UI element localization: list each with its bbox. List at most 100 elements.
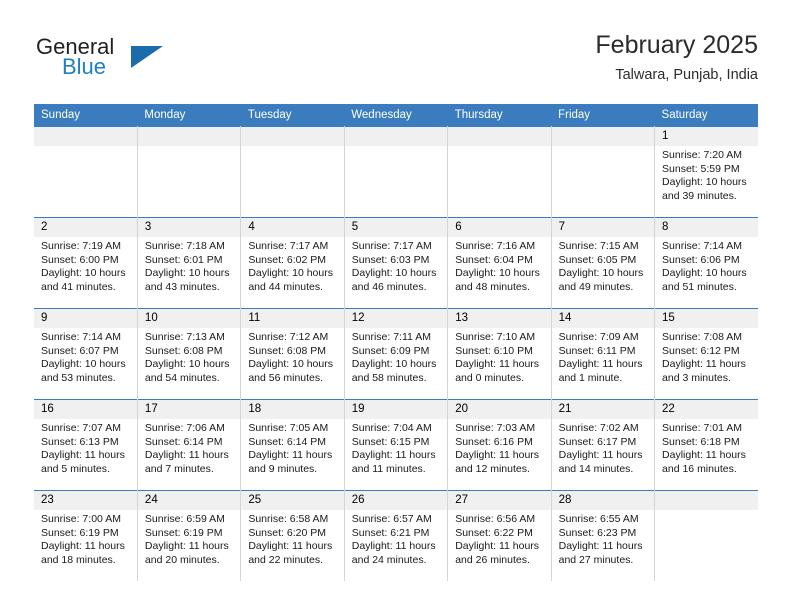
daylight-text-line1: Daylight: 11 hours [351, 449, 436, 462]
daylight-text-line2: and 18 minutes. [41, 553, 116, 566]
daylight-text-line2: and 49 minutes. [558, 280, 634, 293]
sunset-text: Sunset: 6:01 PM [144, 253, 223, 266]
daylight-text-line1: Daylight: 10 hours [41, 358, 126, 371]
day-number [551, 127, 655, 146]
calendar-day-cell[interactable]: 16 Sunrise: 7:07 AM Sunset: 6:13 PM Dayligh… [34, 399, 138, 491]
sunrise-text: Sunrise: 7:09 AM [558, 331, 639, 343]
blue-triangle-icon [131, 46, 163, 68]
calendar-day-cell[interactable]: 10 Sunrise: 7:13 AM Sunset: 6:08 PM Dayligh… [137, 308, 242, 400]
calendar-day-cell-empty [137, 126, 242, 218]
calendar-week-row: 23 Sunrise: 7:00 AM Sunset: 6:19 PM Dayligh… [34, 490, 758, 581]
calendar-day-cell[interactable]: 7 Sunrise: 7:15 AM Sunset: 6:05 PM Daylight… [551, 217, 656, 309]
daylight-text-line1: Daylight: 10 hours [351, 358, 437, 371]
calendar-day-cell[interactable]: 18 Sunrise: 7:05 AM Sunset: 6:14 PM Dayligh… [240, 399, 345, 491]
calendar-day-cell[interactable]: 15 Sunrise: 7:08 AM Sunset: 6:12 PM Dayligh… [654, 308, 758, 400]
calendar-day-cell[interactable]: 25 Sunrise: 6:58 AM Sunset: 6:20 PM Dayligh… [240, 490, 345, 581]
day-number: 22 [655, 400, 758, 419]
daylight-text-line1: Daylight: 11 hours [41, 540, 125, 553]
weekday-header-thursday: Thursday [447, 104, 552, 127]
daylight-text-line2: and 53 minutes. [41, 371, 116, 384]
calendar-week-row: 16 Sunrise: 7:07 AM Sunset: 6:13 PM Dayligh… [34, 399, 758, 491]
daylight-text-line2: and 3 minutes. [662, 371, 731, 384]
sunset-text: Sunset: 6:10 PM [455, 344, 533, 357]
day-sun-info: Sunrise: 7:14 AM Sunset: 6:07 PM Daylight:… [34, 328, 137, 385]
calendar-day-cell-empty [344, 126, 449, 218]
calendar-day-cell[interactable]: 27 Sunrise: 6:56 AM Sunset: 6:22 PM Dayligh… [447, 490, 552, 581]
calendar-day-cell[interactable]: 12 Sunrise: 7:11 AM Sunset: 6:09 PM Dayligh… [344, 308, 449, 400]
calendar-day-cell[interactable]: 19 Sunrise: 7:04 AM Sunset: 6:15 PM Dayligh… [344, 399, 449, 491]
day-number: 23 [34, 491, 137, 510]
weekday-header-sunday: Sunday [34, 104, 138, 127]
sunset-text: Sunset: 6:19 PM [144, 526, 223, 539]
day-sun-info: Sunrise: 7:01 AM Sunset: 6:18 PM Daylight:… [655, 419, 758, 476]
title-block: February 2025 Talwara, Punjab, India [595, 30, 758, 85]
calendar-day-cell[interactable]: 14 Sunrise: 7:09 AM Sunset: 6:11 PM Dayligh… [551, 308, 656, 400]
daylight-text-line2: and 7 minutes. [144, 462, 214, 475]
calendar-day-cell[interactable]: 23 Sunrise: 7:00 AM Sunset: 6:19 PM Dayligh… [34, 490, 138, 581]
daylight-text-line1: Daylight: 11 hours [351, 540, 436, 553]
calendar-day-cell[interactable]: 21 Sunrise: 7:02 AM Sunset: 6:17 PM Dayligh… [551, 399, 656, 491]
calendar-day-cell[interactable]: 11 Sunrise: 7:12 AM Sunset: 6:08 PM Dayligh… [240, 308, 345, 400]
sunrise-text: Sunrise: 6:55 AM [558, 513, 639, 525]
sunrise-text: Sunrise: 7:02 AM [558, 422, 639, 434]
day-number: 28 [551, 491, 655, 510]
calendar-day-cell[interactable]: 2 Sunrise: 7:19 AM Sunset: 6:00 PM Daylight… [34, 217, 138, 309]
calendar-day-cell[interactable]: 8 Sunrise: 7:14 AM Sunset: 6:06 PM Daylight… [654, 217, 758, 309]
day-sun-info: Sunrise: 7:19 AM Sunset: 6:00 PM Daylight:… [34, 237, 137, 294]
day-number: 6 [448, 218, 551, 237]
calendar-day-cell[interactable]: 20 Sunrise: 7:03 AM Sunset: 6:16 PM Dayligh… [447, 399, 552, 491]
sunrise-text: Sunrise: 7:14 AM [41, 331, 121, 343]
sunset-text: Sunset: 6:12 PM [662, 344, 740, 357]
sunset-text: Sunset: 6:14 PM [144, 435, 223, 448]
sunset-text: Sunset: 6:04 PM [455, 253, 533, 266]
sunset-text: Sunset: 6:08 PM [248, 344, 326, 357]
day-number: 14 [551, 309, 655, 328]
calendar-day-cell[interactable]: 24 Sunrise: 6:59 AM Sunset: 6:19 PM Dayligh… [137, 490, 242, 581]
calendar-day-cell[interactable]: 1 Sunrise: 7:20 AM Sunset: 5:59 PM Daylight… [654, 126, 758, 218]
calendar-day-cell[interactable]: 26 Sunrise: 6:57 AM Sunset: 6:21 PM Dayligh… [344, 490, 449, 581]
calendar-day-cell[interactable]: 13 Sunrise: 7:10 AM Sunset: 6:10 PM Dayligh… [447, 308, 552, 400]
day-number: 18 [241, 400, 344, 419]
calendar-day-cell[interactable]: 22 Sunrise: 7:01 AM Sunset: 6:18 PM Dayligh… [654, 399, 758, 491]
weekday-header-wednesday: Wednesday [344, 104, 448, 127]
day-sun-info: Sunrise: 7:16 AM Sunset: 6:04 PM Daylight:… [448, 237, 550, 294]
sunset-text: Sunset: 6:05 PM [558, 253, 637, 266]
sunrise-text: Sunrise: 7:07 AM [41, 422, 121, 434]
weekday-header-tuesday: Tuesday [240, 104, 345, 127]
day-sun-info: Sunrise: 7:06 AM Sunset: 6:14 PM Daylight:… [138, 419, 240, 476]
day-number: 2 [34, 218, 137, 237]
day-number: 3 [137, 218, 241, 237]
daylight-text-line1: Daylight: 11 hours [455, 540, 540, 553]
calendar-day-cell[interactable]: 28 Sunrise: 6:55 AM Sunset: 6:23 PM Dayligh… [551, 490, 656, 581]
brand-logo[interactable]: General Blue [34, 34, 254, 90]
day-number: 26 [344, 491, 448, 510]
calendar-day-cell[interactable]: 6 Sunrise: 7:16 AM Sunset: 6:04 PM Daylight… [447, 217, 552, 309]
calendar-day-cell[interactable]: 3 Sunrise: 7:18 AM Sunset: 6:01 PM Daylight… [137, 217, 242, 309]
day-sun-info: Sunrise: 7:09 AM Sunset: 6:11 PM Daylight:… [552, 328, 654, 385]
calendar-day-cell-empty [551, 126, 656, 218]
calendar-day-cell-empty [447, 126, 552, 218]
day-sun-info: Sunrise: 7:00 AM Sunset: 6:19 PM Daylight:… [34, 510, 137, 567]
daylight-text-line1: Daylight: 10 hours [455, 267, 540, 280]
daylight-text-line1: Daylight: 10 hours [248, 358, 333, 371]
calendar-day-cell[interactable]: 5 Sunrise: 7:17 AM Sunset: 6:03 PM Daylight… [344, 217, 449, 309]
sunrise-text: Sunrise: 6:58 AM [248, 513, 329, 525]
daylight-text-line2: and 56 minutes. [248, 371, 324, 384]
day-sun-info: Sunrise: 7:15 AM Sunset: 6:05 PM Daylight:… [552, 237, 654, 294]
day-sun-info: Sunrise: 6:56 AM Sunset: 6:22 PM Daylight:… [448, 510, 550, 567]
sunset-text: Sunset: 6:00 PM [41, 253, 119, 266]
day-number: 16 [34, 400, 137, 419]
brand-name-blue: Blue [62, 54, 107, 79]
sunset-text: Sunset: 6:20 PM [248, 526, 326, 539]
sunset-text: Sunset: 6:07 PM [41, 344, 119, 357]
day-sun-info: Sunrise: 7:13 AM Sunset: 6:08 PM Daylight:… [138, 328, 240, 385]
calendar-day-cell[interactable]: 9 Sunrise: 7:14 AM Sunset: 6:07 PM Daylight… [34, 308, 138, 400]
daylight-text-line2: and 51 minutes. [662, 280, 737, 293]
calendar-day-cell[interactable]: 4 Sunrise: 7:17 AM Sunset: 6:02 PM Daylight… [240, 217, 345, 309]
daylight-text-line2: and 11 minutes. [351, 462, 426, 475]
calendar-day-cell[interactable]: 17 Sunrise: 7:06 AM Sunset: 6:14 PM Dayligh… [137, 399, 242, 491]
sunrise-text: Sunrise: 6:57 AM [351, 513, 432, 525]
daylight-text-line1: Daylight: 11 hours [662, 358, 746, 371]
day-number [137, 127, 241, 146]
daylight-text-line1: Daylight: 10 hours [662, 176, 747, 189]
